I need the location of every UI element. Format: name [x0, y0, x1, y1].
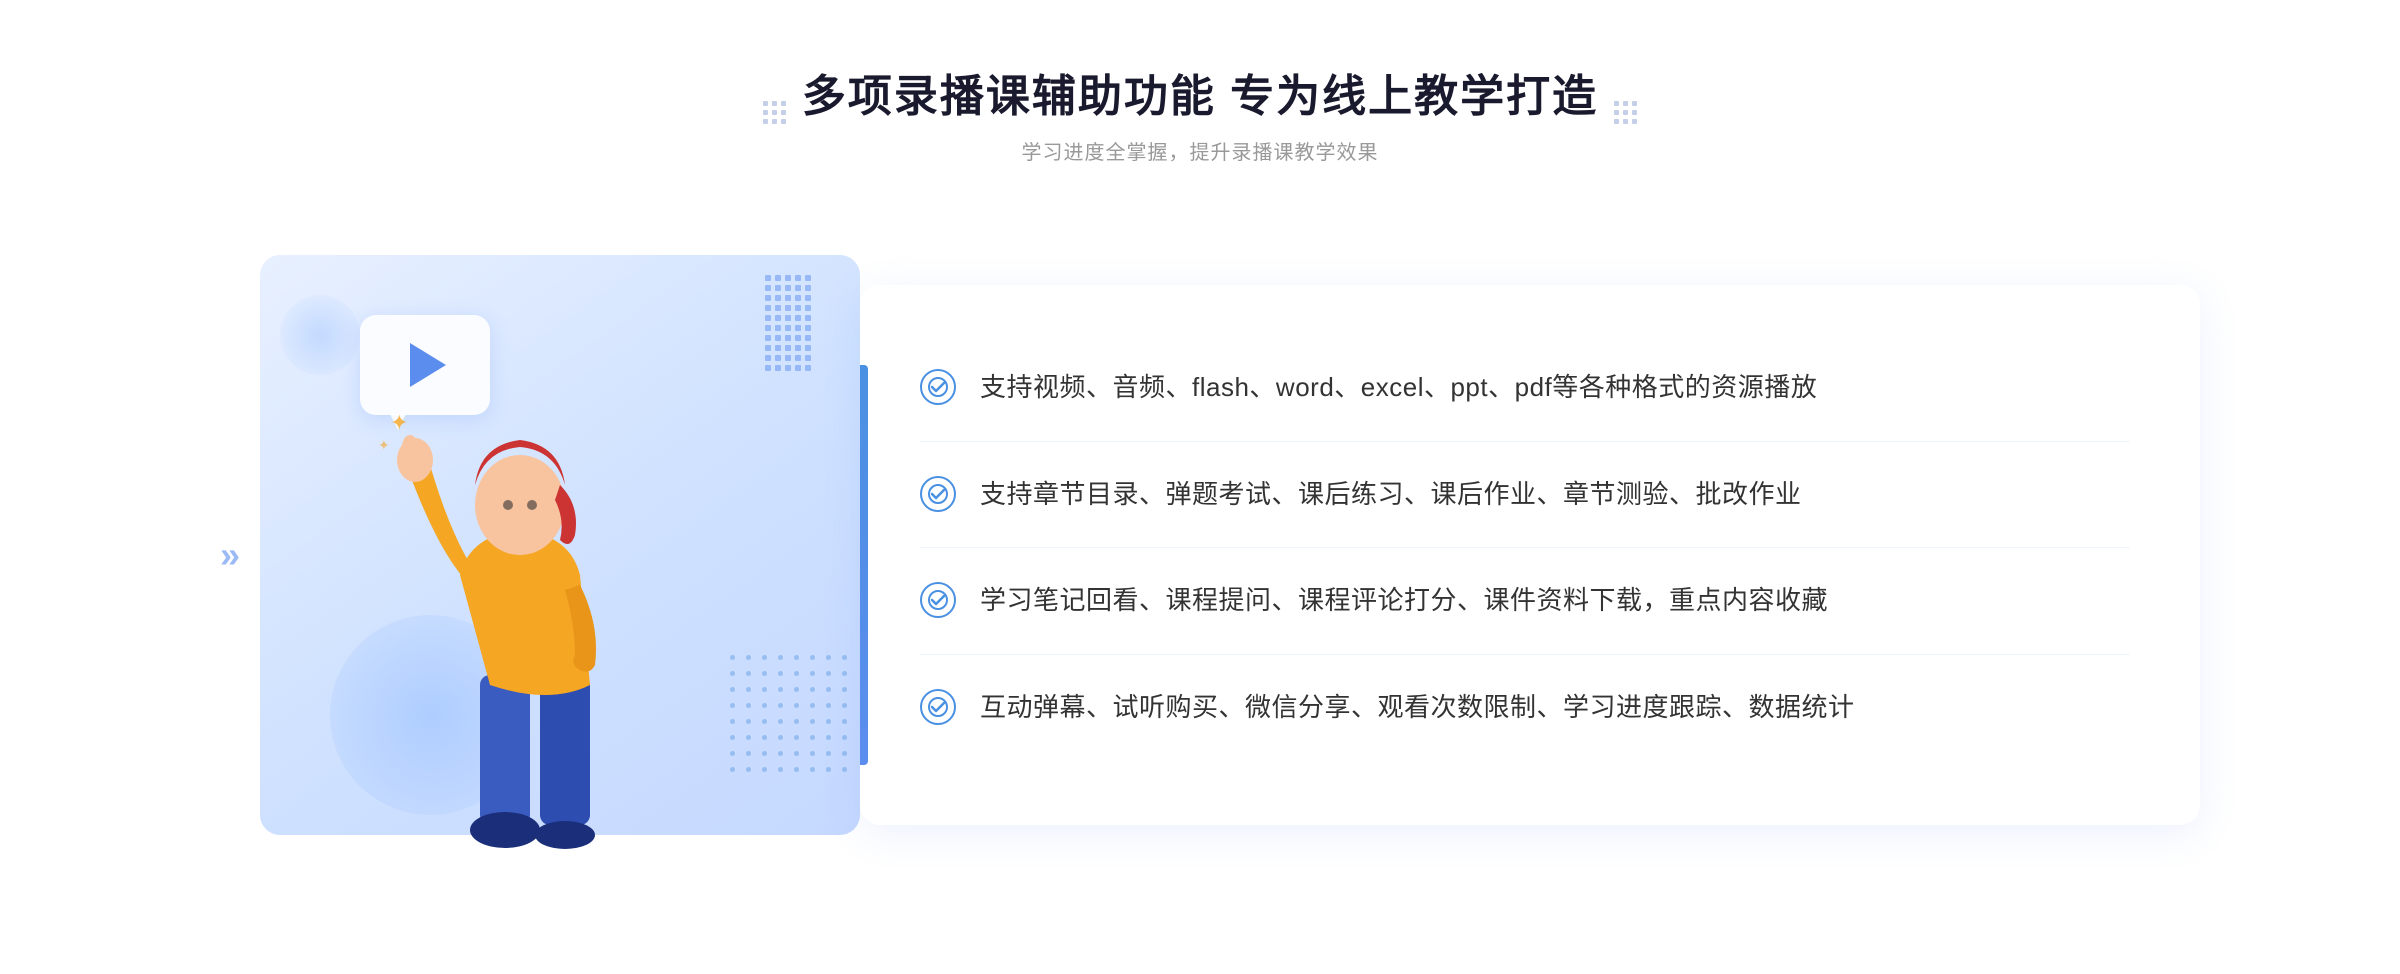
feature-text-1: 支持视频、音频、flash、word、excel、ppt、pdf等各种格式的资源… — [980, 367, 1817, 409]
check-icon-4 — [920, 689, 956, 725]
feature-item-3: 学习笔记回看、课程提问、课程评论打分、课件资料下载，重点内容收藏 — [920, 548, 2130, 655]
left-chevron-icon: » — [220, 534, 240, 576]
header: 多项录播课辅助功能 专为线上教学打造 学习进度全掌握，提升录播课教学效果 — [763, 60, 1637, 165]
svg-text:✦: ✦ — [378, 437, 390, 453]
check-icon-1 — [920, 369, 956, 405]
dot-pattern — [730, 655, 870, 795]
page-wrapper: 多项录播课辅助功能 专为线上教学打造 学习进度全掌握，提升录播课教学效果 — [0, 0, 2400, 955]
feature-text-3: 学习笔记回看、课程提问、课程评论打分、课件资料下载，重点内容收藏 — [980, 580, 1828, 622]
main-content: » — [200, 215, 2200, 895]
page-title: 多项录播课辅助功能 专为线上教学打造 — [802, 60, 1598, 124]
feature-item-2: 支持章节目录、弹题考试、课后练习、课后作业、章节测验、批改作业 — [920, 442, 2130, 549]
person-illustration: ✦ ✦ — [360, 375, 680, 895]
page-subtitle: 学习进度全掌握，提升录播课教学效果 — [802, 136, 1598, 165]
check-icon-3 — [920, 582, 956, 618]
feature-text-2: 支持章节目录、弹题考试、课后练习、课后作业、章节测验、批改作业 — [980, 474, 1802, 516]
decorative-dots-right — [1614, 101, 1637, 124]
check-icon-2 — [920, 476, 956, 512]
decorative-dots-left — [763, 101, 786, 124]
feature-text-4: 互动弹幕、试听购买、微信分享、观看次数限制、学习进度跟踪、数据统计 — [980, 687, 1855, 729]
svg-text:✦: ✦ — [390, 410, 408, 435]
illustration-area: » — [200, 215, 900, 895]
features-list: 支持视频、音频、flash、word、excel、ppt、pdf等各种格式的资源… — [920, 335, 2130, 760]
circle-decoration-small — [280, 295, 360, 375]
features-card: 支持视频、音频、flash、word、excel、ppt、pdf等各种格式的资源… — [860, 285, 2200, 825]
stripe-block — [765, 275, 820, 385]
feature-item-4: 互动弹幕、试听购买、微信分享、观看次数限制、学习进度跟踪、数据统计 — [920, 655, 2130, 761]
feature-item-1: 支持视频、音频、flash、word、excel、ppt、pdf等各种格式的资源… — [920, 335, 2130, 442]
